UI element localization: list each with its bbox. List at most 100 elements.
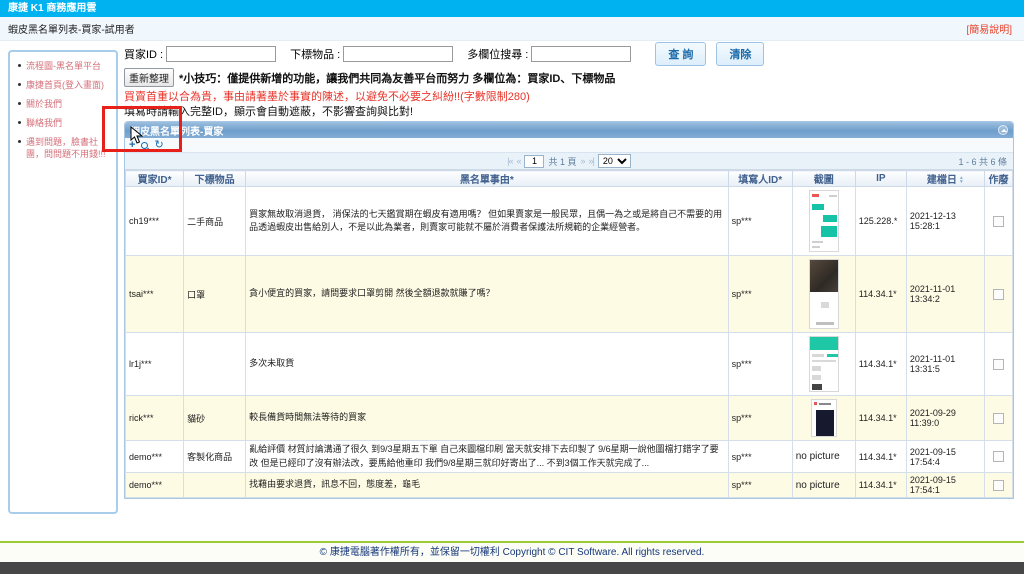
grid-title-bar: 蝦皮黑名單列表-買家 — [125, 122, 1013, 138]
void-checkbox[interactable] — [993, 413, 1004, 424]
ip-cell: 114.34.1* — [855, 441, 906, 473]
tip-line1: *小技巧：僅提供新增的功能，讓我們共同為友善平台而努力 多欄位為：買家ID、下標… — [179, 70, 615, 86]
reason-cell: 較長備貨時間無法等待的買家 — [246, 396, 729, 441]
column-header-5[interactable]: IP — [855, 171, 906, 187]
page-title: 蝦皮黑名單列表-買家-試用者 — [8, 21, 135, 36]
sidebar-item-label: 關於我們 — [26, 98, 62, 110]
table-header-row: 買家ID*下標物品黑名單事由*填寫人ID*截圖IP建檔日▲▼作廢 — [126, 171, 1013, 187]
column-header-6[interactable]: 建檔日▲▼ — [906, 171, 984, 187]
void-checkbox[interactable] — [993, 216, 1004, 227]
writer-id-cell: sp*** — [728, 187, 792, 256]
blacklist-grid: 蝦皮黑名單列表-買家 + ↻ |« « 共 1 頁 » »| 20 1 - 6 … — [124, 121, 1014, 499]
buyer-id-cell: demo*** — [126, 473, 184, 498]
sidebar-item-label: 流程圖-黑名單平台 — [26, 60, 101, 72]
bullet-icon — [18, 64, 21, 67]
bullet-icon — [18, 83, 21, 86]
table-row: tsai***口罩貪小便宜的買家，請問要求口罩剪開 然後全額退款就賺了嗎？sp*… — [126, 256, 1013, 333]
void-cell — [984, 396, 1012, 441]
tip-line2: 買賣首重以合為貴，事由請著墨於事實的陳述，以避免不必要之糾紛!!(字數限制280… — [124, 88, 1016, 102]
item-input[interactable] — [343, 46, 453, 62]
buyer-id-label: 買家ID : — [124, 46, 163, 62]
screenshot-cell — [792, 256, 855, 333]
sidebar-item-4[interactable]: 遇到問題，臉書社團，問問題不用錢!!! — [16, 136, 112, 160]
item-cell — [184, 473, 246, 498]
screenshot-cell — [792, 333, 855, 396]
date-cell: 2021-12-13 15:28:1 — [906, 187, 984, 256]
reason-cell: 貪小便宜的買家，請問要求口罩剪開 然後全額退款就賺了嗎？ — [246, 256, 729, 333]
photo-screenshot-thumbnail[interactable] — [809, 259, 839, 329]
first-page-icon[interactable]: |« — [507, 156, 512, 166]
page-title-bar: 蝦皮黑名單列表-買家-試用者 [簡易說明] — [0, 17, 1024, 41]
writer-id-cell: sp*** — [728, 256, 792, 333]
buyer-id-cell: demo*** — [126, 441, 184, 473]
void-cell — [984, 441, 1012, 473]
sort-icon[interactable]: ▲▼ — [959, 176, 964, 184]
reason-cell: 多次未取貨 — [246, 333, 729, 396]
column-header-3[interactable]: 填寫人ID* — [728, 171, 792, 187]
void-checkbox[interactable] — [993, 480, 1004, 491]
no-picture-label: no picture — [792, 473, 855, 498]
list-screenshot-thumbnail[interactable] — [809, 336, 839, 392]
ip-cell: 114.34.1* — [855, 333, 906, 396]
prev-page-icon[interactable]: « — [516, 156, 520, 166]
last-page-icon[interactable]: »| — [589, 156, 594, 166]
copyright-text: © 康捷電腦著作權所有，並保留一切權利 Copyright © CIT Soft… — [320, 547, 705, 558]
grid-toolbar: + ↻ — [125, 138, 1013, 153]
sidebar-list: 流程圖-黑名單平台康捷首頁(登入畫面) 關於我們聯絡我們遇到問題，臉書社團，問問題… — [16, 60, 112, 160]
collapse-grid-icon[interactable] — [998, 125, 1008, 135]
clear-button[interactable]: 清除 — [716, 42, 764, 66]
reload-grid-icon[interactable]: ↻ — [154, 140, 163, 151]
multi-search-label: 多欄位搜尋 : — [467, 46, 528, 62]
buyer-id-input[interactable] — [166, 46, 276, 62]
date-cell: 2021-11-01 13:31:5 — [906, 333, 984, 396]
add-record-icon[interactable]: + — [129, 140, 135, 151]
column-header-1[interactable]: 下標物品 — [184, 171, 246, 187]
sidebar: 流程圖-黑名單平台康捷首頁(登入畫面) 關於我們聯絡我們遇到問題，臉書社團，問問題… — [8, 50, 118, 514]
table-row: demo***找藉由要求退貨，訊息不回，態度差，龜毛sp***no pictur… — [126, 473, 1013, 498]
sidebar-item-1[interactable]: 康捷首頁(登入畫面) — [16, 79, 112, 91]
buyer-id-cell: ch19*** — [126, 187, 184, 256]
item-cell: 貓砂 — [184, 396, 246, 441]
screenshot-cell — [792, 187, 855, 256]
multi-search-input[interactable] — [531, 46, 631, 62]
ip-cell: 114.34.1* — [855, 256, 906, 333]
chat-screenshot-thumbnail[interactable] — [809, 190, 839, 252]
sidebar-item-0[interactable]: 流程圖-黑名單平台 — [16, 60, 112, 72]
sidebar-item-label: 聯絡我們 — [26, 117, 62, 129]
ip-cell: 125.228.* — [855, 187, 906, 256]
item-label: 下標物品 : — [290, 46, 340, 62]
query-button[interactable]: 查 詢 — [655, 42, 706, 66]
tip-row: 重新整理 *小技巧：僅提供新增的功能，讓我們共同為友善平台而努力 多欄位為：買家… — [124, 70, 1016, 85]
sidebar-item-2[interactable]: 關於我們 — [16, 98, 112, 110]
column-header-4[interactable]: 截圖 — [792, 171, 855, 187]
void-cell — [984, 333, 1012, 396]
app-title: 康捷 K1 商務應用雲 — [8, 3, 96, 14]
item-cell: 口罩 — [184, 256, 246, 333]
search-icon[interactable] — [141, 142, 148, 149]
date-cell: 2021-11-01 13:34:2 — [906, 256, 984, 333]
no-picture-label: no picture — [792, 441, 855, 473]
void-checkbox[interactable] — [993, 359, 1004, 370]
void-cell — [984, 473, 1012, 498]
refresh-list-button[interactable]: 重新整理 — [124, 68, 174, 87]
page-size-select[interactable]: 20 — [598, 154, 631, 168]
next-page-icon[interactable]: » — [581, 156, 585, 166]
bullet-icon — [18, 121, 21, 124]
buyer-id-cell: rick*** — [126, 396, 184, 441]
void-checkbox[interactable] — [993, 451, 1004, 462]
sidebar-item-label: 康捷首頁(登入畫面) — [26, 79, 104, 91]
sidebar-item-3[interactable]: 聯絡我們 — [16, 117, 112, 129]
sidebar-item-label: 遇到問題，臉書社團，問問題不用錢!!! — [26, 136, 112, 160]
pager-controls: |« « 共 1 頁 » »| 20 — [125, 154, 1013, 168]
column-header-2[interactable]: 黑名單事由* — [246, 171, 729, 187]
product-screenshot-thumbnail[interactable] — [811, 399, 837, 437]
help-link[interactable]: [簡易說明] — [966, 21, 1012, 36]
void-checkbox[interactable] — [993, 289, 1004, 300]
column-header-7[interactable]: 作廢 — [984, 171, 1012, 187]
page-number-input[interactable] — [524, 155, 544, 168]
grid-pager: |« « 共 1 頁 » »| 20 1 - 6 共 6 條 — [125, 153, 1013, 170]
date-cell: 2021-09-15 17:54:4 — [906, 441, 984, 473]
table-row: lr1j***多次未取貨sp***114.34.1*2021-11-01 13:… — [126, 333, 1013, 396]
column-header-0[interactable]: 買家ID* — [126, 171, 184, 187]
table-row: demo***客製化商品亂給評價 材質討論溝通了很久 到9/3星期五下單 自己來… — [126, 441, 1013, 473]
